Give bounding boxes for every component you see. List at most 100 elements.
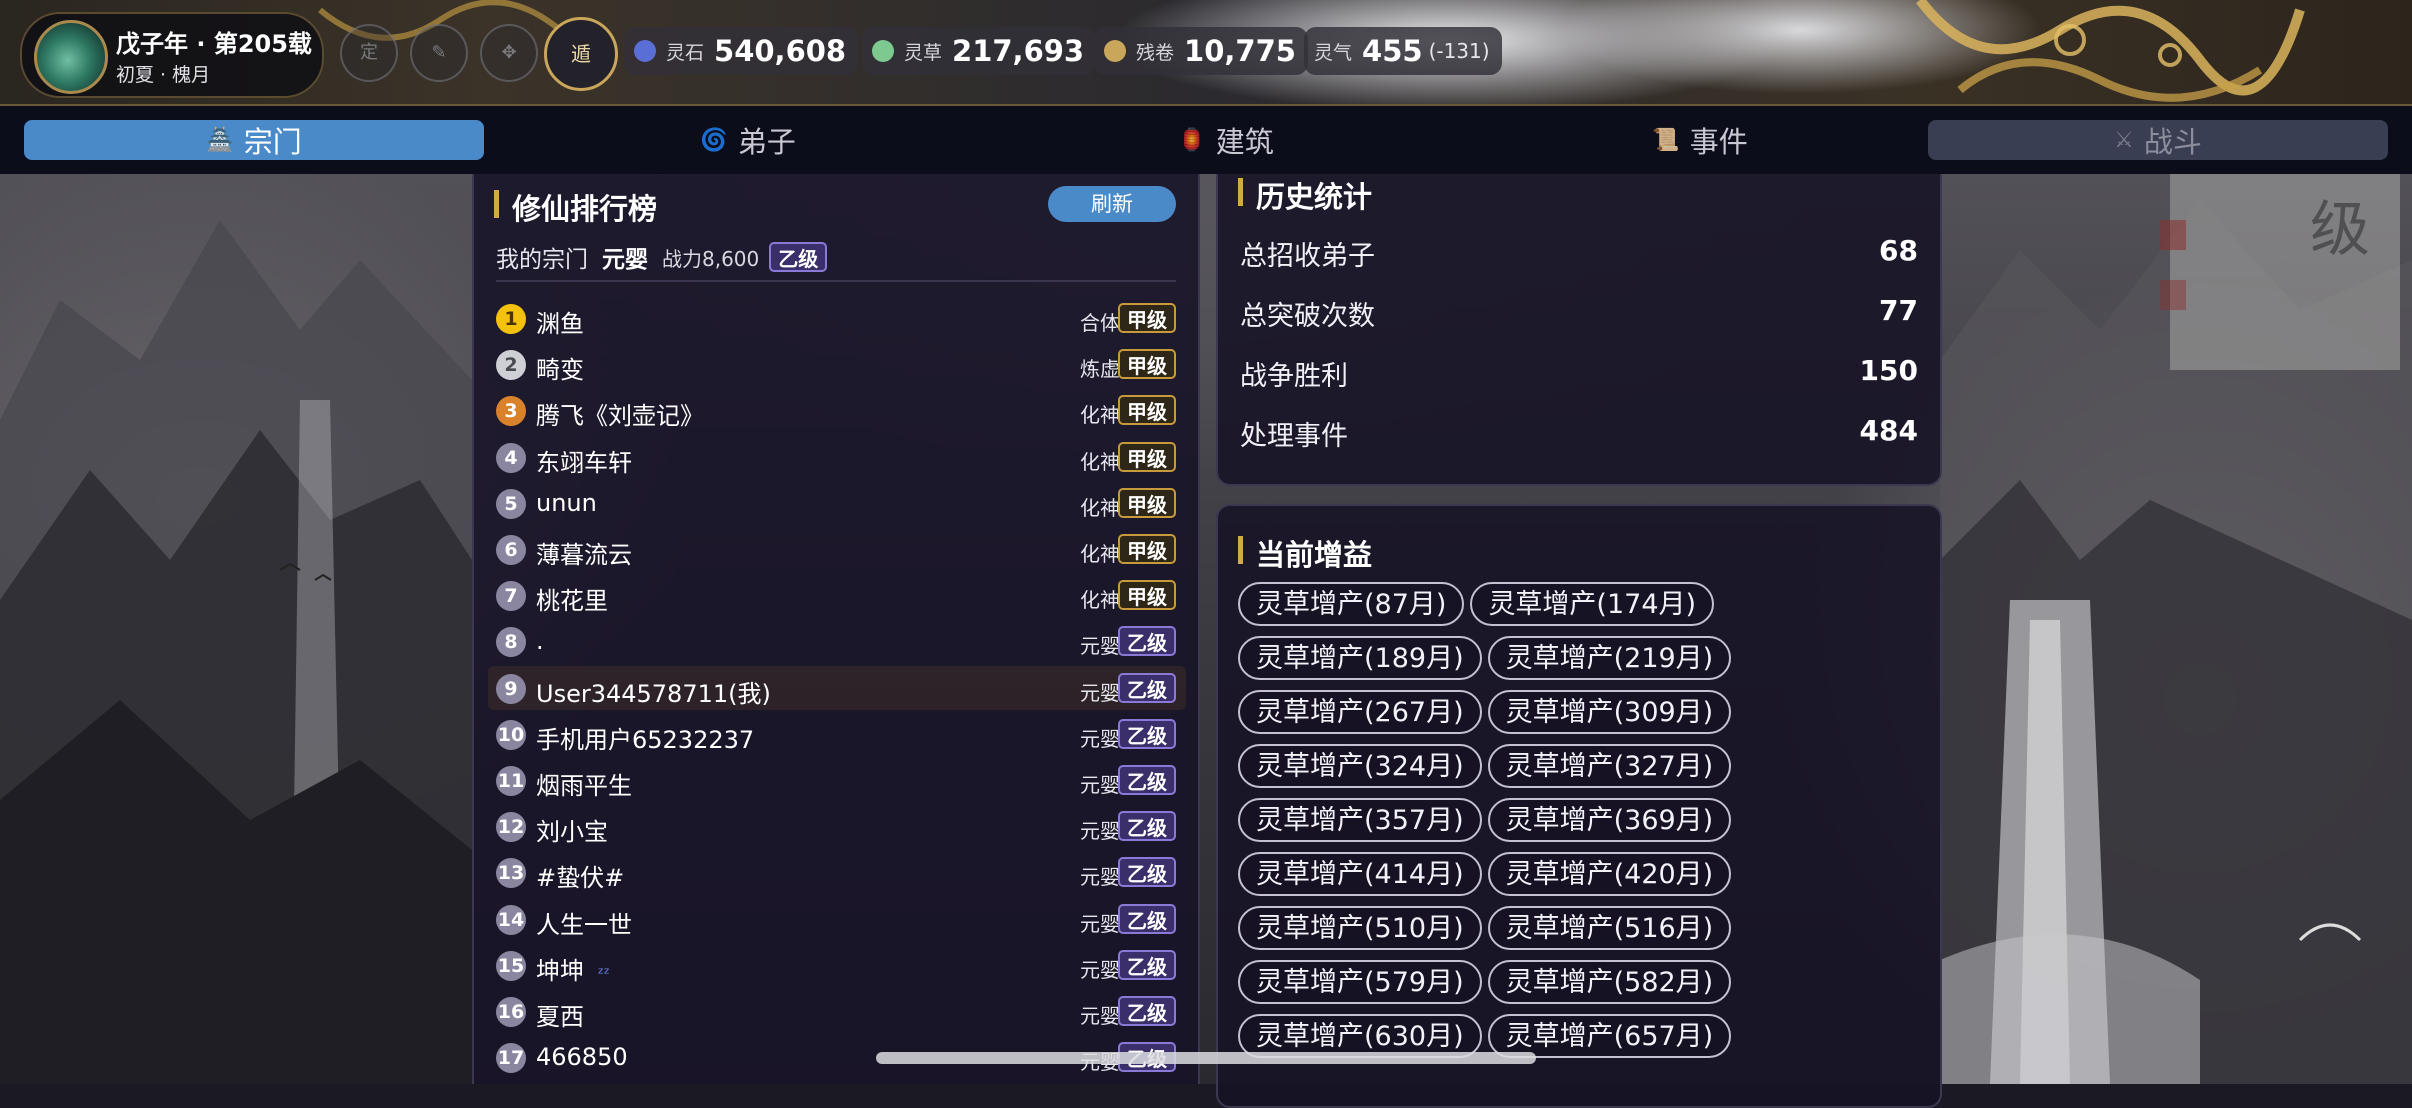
ranking-row[interactable]: 11 烟雨平生 元婴 乙级 <box>488 758 1186 802</box>
current-buffs-panel: 当前增益 灵草增产(87月) 灵草增产(174月) 灵草增产(189月) 灵草增产(2… <box>1216 504 1942 1108</box>
rank-grade-badge: 甲级 <box>1118 441 1176 472</box>
buff-chip[interactable]: 灵草增产(189月) <box>1238 636 1482 680</box>
ranking-row[interactable]: 5 unun 化神 甲级 <box>488 481 1186 525</box>
pagoda-icon: 🏯 <box>206 127 234 153</box>
player-name-text: 夏西 <box>536 1003 584 1031</box>
buff-chip[interactable]: 灵草增产(324月) <box>1238 744 1482 788</box>
resource-label: 灵气 <box>1314 41 1353 64</box>
history-stats-panel: 历史统计 总招收弟子 68 总突破次数 77 战争胜利 150 处理事件 484 <box>1216 174 1942 486</box>
buff-line: 灵草增产(510月) 灵草增产(516月) <box>1238 906 1918 950</box>
buff-chip[interactable]: 灵草增产(510月) <box>1238 906 1482 950</box>
ranking-row[interactable]: 8. 元婴 乙级 <box>488 619 1186 663</box>
scroll-icon <box>1104 40 1126 62</box>
buff-chip[interactable]: 灵草增产(420月) <box>1487 852 1732 896</box>
ranking-title: 修仙排行榜 <box>512 192 658 226</box>
ranking-row[interactable]: 15 坤坤 ᶻᶻ 元婴 乙级 <box>488 943 1186 987</box>
ranking-row[interactable]: 7 桃花里 化神 甲级 <box>488 573 1186 617</box>
rank-player-name: User344578711(我) <box>536 674 771 709</box>
my-sect-power: 战力8,600 <box>662 246 760 271</box>
rank-player-name: 坤坤 ᶻᶻ <box>536 951 610 986</box>
buff-chip[interactable]: 灵草增产(309月) <box>1487 690 1732 734</box>
stat-row-recruited: 总招收弟子 68 <box>1240 230 1918 272</box>
lantern-icon: 🏮 <box>1178 127 1206 153</box>
resource-value: 10,775 <box>1184 34 1296 68</box>
feather-icon: ✎ <box>431 42 447 63</box>
rank-number-badge: 12 <box>496 812 526 843</box>
player-name-text: 东翊车轩 <box>536 448 632 477</box>
rank-number-badge: 5 <box>496 488 526 519</box>
ranking-row[interactable]: 12 刘小宝 元婴 乙级 <box>488 804 1186 848</box>
home-indicator[interactable] <box>876 1052 1536 1064</box>
buff-chip[interactable]: 灵草增产(267月) <box>1238 690 1482 734</box>
refresh-button[interactable]: 刷新 <box>1048 186 1176 222</box>
buff-chip[interactable]: 灵草增产(582月) <box>1487 960 1732 1004</box>
ranking-row[interactable]: 6 薄暮流云 化神 甲级 <box>488 527 1186 571</box>
rank-number-badge: 6 <box>496 535 526 565</box>
tab-battle[interactable]: ⚔ 战斗 <box>1928 120 2388 160</box>
buff-line: 灵草增产(414月) 灵草增产(420月) <box>1238 852 1918 896</box>
tab-disciples[interactable]: 🌀 弟子 <box>518 120 978 160</box>
top-status-bar: 戊子年 · 第205载 初夏 · 槐月 定 ✎ ✥ 遁 灵石 540,608 灵… <box>0 0 2412 106</box>
buff-chip[interactable]: 灵草增产(369月) <box>1487 798 1732 842</box>
stat-label: 处理事件 <box>1240 421 1348 452</box>
ranking-row[interactable]: 10 手机用户65232237 元婴 乙级 <box>488 712 1186 756</box>
mode-button-dun[interactable]: 遁 <box>544 17 618 91</box>
rank-grade-badge: 乙级 <box>1118 765 1176 795</box>
ranking-row[interactable]: 2 畸变 炼虚 甲级 <box>488 342 1186 386</box>
rank-realm: 元婴 <box>1080 1004 1120 1028</box>
rank-player-name: 466850 <box>536 1043 628 1071</box>
ranking-row[interactable]: 14 人生一世 元婴 乙级 <box>488 897 1186 941</box>
buff-chip[interactable]: 灵草增产(357月) <box>1238 798 1482 842</box>
player-name-text: unun <box>536 488 597 517</box>
rank-grade-badge: 乙级 <box>1118 903 1176 934</box>
rank-number-badge: 17 <box>496 1043 526 1074</box>
rank-grade-badge: 甲级 <box>1118 303 1176 333</box>
sect-title-block[interactable]: 戊子年 · 第205载 初夏 · 槐月 <box>20 12 324 98</box>
stat-label: 总招收弟子 <box>1240 241 1375 272</box>
resource-spirit-qi[interactable]: 灵气 455 (-131) <box>1304 27 1502 75</box>
stat-value: 68 <box>1879 234 1918 267</box>
rank-player-name: 夏西 <box>536 997 584 1032</box>
ranking-row[interactable]: 13 #蛰伏# 元婴 乙级 <box>488 850 1186 894</box>
ranking-row[interactable]: 1 渊鱼 合体 甲级 <box>488 296 1186 340</box>
ranking-panel: 修仙排行榜 刷新 我的宗门 元婴 战力8,600 乙级 1 渊鱼 合体 甲级 2 畸变 炼虚… <box>472 174 1200 1084</box>
sect-avatar[interactable] <box>34 20 108 94</box>
ranking-row[interactable]: 3 腾飞《刘壶记》 化神 甲级 <box>488 388 1186 432</box>
stat-row-breakthroughs: 总突破次数 77 <box>1240 290 1918 332</box>
rank-grade-badge: 乙级 <box>1118 857 1176 888</box>
divider <box>496 280 1176 282</box>
ranking-row[interactable]: 9 User344578711(我) 元婴 乙级 <box>488 665 1186 710</box>
buffs-title: 当前增益 <box>1256 538 1373 572</box>
ranking-row[interactable]: 16 夏西 元婴 乙级 <box>488 989 1186 1033</box>
rank-number-badge: 10 <box>496 719 526 750</box>
ranking-row[interactable]: 4 东翊车轩 化神 甲级 <box>488 435 1186 479</box>
player-name-text: 手机用户65232237 <box>536 725 755 754</box>
buff-chip[interactable]: 灵草增产(414月) <box>1238 852 1482 896</box>
buff-chip[interactable]: 灵草增产(579月) <box>1238 960 1482 1004</box>
swords-icon: ⚔ <box>2114 127 2134 153</box>
rank-player-name: unun <box>536 489 597 517</box>
rank-player-name: . <box>536 627 544 655</box>
mode-button-seal[interactable]: ✥ <box>480 24 538 82</box>
mode-button-feather[interactable]: ✎ <box>410 24 468 82</box>
buff-chip[interactable]: 灵草增产(174月) <box>1470 582 1715 626</box>
buff-line: 灵草增产(324月) 灵草增产(327月) <box>1238 744 1918 788</box>
tab-sect[interactable]: 🏯 宗门 <box>24 120 484 160</box>
sleep-icon: ᶻᶻ <box>598 963 610 983</box>
seal-icon: ✥ <box>501 42 517 63</box>
tab-buildings[interactable]: 🏮 建筑 <box>996 120 1456 160</box>
mode-button-ding[interactable]: 定 <box>340 24 398 82</box>
buff-chip[interactable]: 灵草增产(516月) <box>1487 906 1732 950</box>
resource-scroll-fragment[interactable]: 残卷 10,775 <box>1094 27 1308 75</box>
buff-chip[interactable]: 灵草增产(87月) <box>1238 582 1465 626</box>
player-name-text: 466850 <box>536 1043 628 1072</box>
rank-player-name: 手机用户65232237 <box>536 720 754 755</box>
buff-chip[interactable]: 灵草增产(219月) <box>1487 636 1732 680</box>
resource-spirit-stone[interactable]: 灵石 540,608 <box>624 27 859 75</box>
tab-events[interactable]: 📜 事件 <box>1470 120 1930 160</box>
buff-chip[interactable]: 灵草增产(327月) <box>1487 744 1732 788</box>
tab-label: 事件 <box>1689 125 1748 159</box>
history-title: 历史统计 <box>1256 180 1373 214</box>
rank-number-badge: 15 <box>496 950 526 981</box>
resource-spirit-herb[interactable]: 灵草 217,693 <box>862 27 1097 75</box>
